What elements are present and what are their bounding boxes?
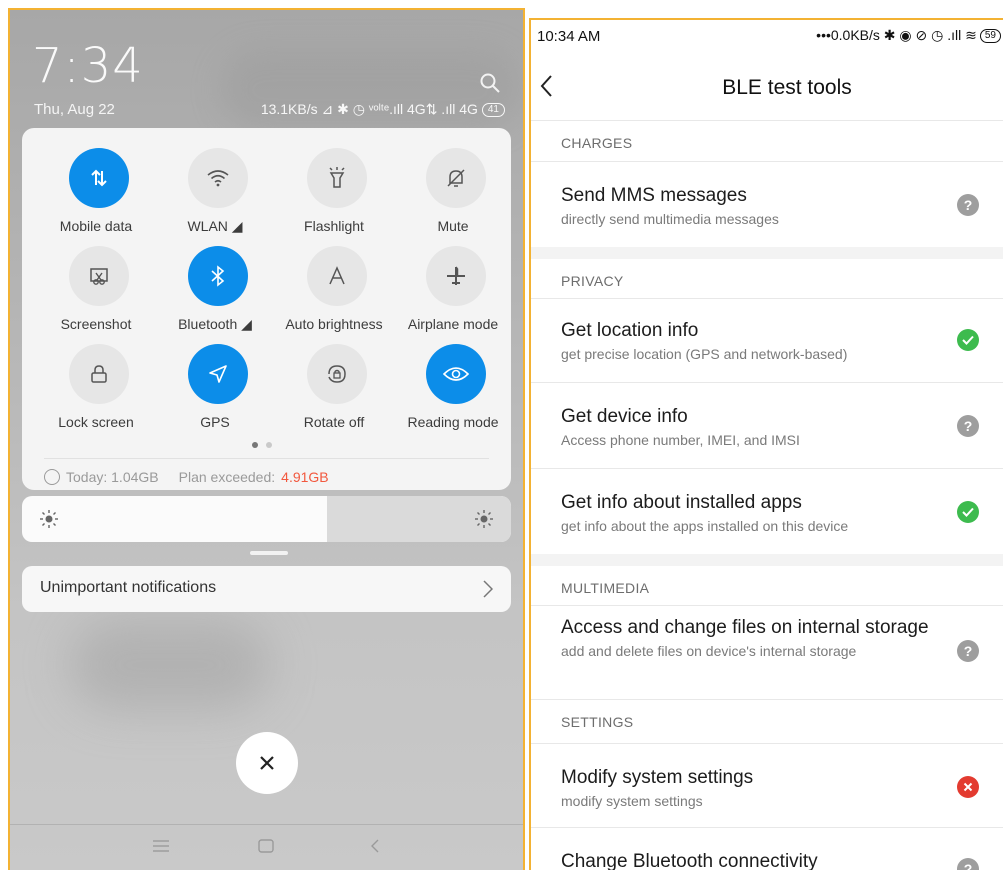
permission-title: Get info about installed apps [561, 492, 802, 513]
wifi-icon [188, 148, 248, 208]
tile-auto-brightness[interactable]: Auto brightness [274, 236, 394, 332]
permission-internal-storage[interactable]: Access and change files on internal stor… [531, 605, 1003, 699]
permission-list: CHARGES Send MMS messages directly send … [531, 120, 1003, 870]
tile-label: Mute [437, 218, 469, 234]
check-status-icon[interactable] [957, 329, 979, 351]
permission-installed-apps[interactable]: Get info about installed apps get info a… [531, 468, 1003, 554]
section-header-charges: CHARGES [531, 120, 1003, 161]
menu-icon[interactable] [152, 839, 170, 853]
permission-title: Get location info [561, 320, 699, 341]
question-status-icon[interactable]: ? [957, 640, 979, 662]
mobile-data-icon [69, 148, 129, 208]
permission-send-mms[interactable]: Send MMS messages directly send multimed… [531, 161, 1003, 247]
rotate-lock-icon [307, 344, 367, 404]
tile-screenshot[interactable]: Screenshot [36, 236, 156, 332]
permission-description: directly send multimedia messages [561, 211, 779, 227]
close-button[interactable] [236, 732, 298, 794]
clock-date: Thu, Aug 22 [34, 101, 115, 118]
close-icon [260, 756, 274, 770]
question-status-icon[interactable]: ? [957, 415, 979, 437]
plan-label: Plan exceeded: [178, 469, 276, 485]
permission-title: Get device info [561, 406, 688, 427]
search-icon[interactable] [479, 72, 501, 94]
permission-title: Modify system settings [561, 767, 754, 788]
data-usage-row[interactable]: Today: 1.04GB Plan exceeded: 4.91GB [44, 458, 489, 485]
app-bar: BLE test tools [531, 52, 1003, 120]
section-header-settings: SETTINGS [531, 699, 1003, 743]
plan-value: 4.91GB [281, 469, 329, 485]
section-header-multimedia: MULTIMEDIA [531, 554, 1003, 605]
control-center-screen: 7:34 Thu, Aug 22 13.1KB/s ⊿ ✱ ◷ ᵛᵒˡᵗᵉ.ıl… [8, 8, 525, 870]
tile-mobile-data[interactable]: Mobile data [36, 138, 156, 234]
quick-settings-panel: Mobile data WLAN ◢ Flashlight Mute Scree… [22, 128, 511, 490]
status-bar: 13.1KB/s ⊿ ✱ ◷ ᵛᵒˡᵗᵉ.ıll 4G⇅ .ıll 4G 41 [261, 101, 505, 118]
status-bar: 10:34 AM •••0.0KB/s ✱ ◉ ⊘ ◷ .ıll ≋ 59 [531, 20, 1003, 52]
home-icon[interactable] [258, 839, 274, 853]
battery-icon: 59 [979, 28, 1001, 43]
status-text: 13.1KB/s ⊿ ✱ ◷ ᵛᵒˡᵗᵉ.ıll 4G⇅ .ıll 4G [260, 101, 478, 117]
sun-high-icon [475, 510, 493, 528]
gps-arrow-icon [188, 344, 248, 404]
tile-flashlight[interactable]: Flashlight [274, 138, 394, 234]
tile-lock-screen[interactable]: Lock screen [36, 334, 156, 430]
permission-location[interactable]: Get location info get precise location (… [531, 298, 1003, 382]
drag-handle[interactable] [250, 551, 288, 555]
mute-bell-icon [426, 148, 486, 208]
question-status-icon[interactable]: ? [957, 194, 979, 216]
usage-ring-icon [44, 469, 60, 485]
sun-low-icon [40, 510, 58, 528]
navigation-bar [10, 824, 523, 870]
permission-title: Change Bluetooth connectivity [561, 851, 818, 870]
permissions-screen: 10:34 AM •••0.0KB/s ✱ ◉ ⊘ ◷ .ıll ≋ 59 BL… [529, 18, 1003, 870]
permission-title: Send MMS messages [561, 185, 747, 206]
auto-brightness-icon [307, 246, 367, 306]
section-header-privacy: PRIVACY [531, 247, 1003, 298]
usage-today: Today: 1.04GB [66, 469, 159, 485]
tile-wlan[interactable]: WLAN ◢ [155, 138, 275, 234]
tile-label: Reading mode [407, 414, 499, 430]
tile-mute[interactable]: Mute [393, 138, 513, 234]
permission-description: Access phone number, IMEI, and IMSI [561, 432, 800, 448]
permission-bluetooth-connectivity[interactable]: Change Bluetooth connectivity ? [531, 827, 1003, 870]
tile-label: Airplane mode [407, 316, 499, 332]
permission-description: modify system settings [561, 793, 703, 809]
permission-title: Access and change files on internal stor… [561, 617, 929, 638]
tile-reading-mode[interactable]: Reading mode [393, 334, 513, 430]
eye-icon [426, 344, 486, 404]
flashlight-icon [307, 148, 367, 208]
blurred-background [220, 50, 520, 130]
brightness-slider[interactable] [22, 496, 511, 542]
tile-airplane-mode[interactable]: Airplane mode [393, 236, 513, 332]
tile-rotate-off[interactable]: Rotate off [274, 334, 394, 430]
blurred-background [70, 620, 270, 710]
permission-system-settings[interactable]: Modify system settings modify system set… [531, 743, 1003, 827]
bluetooth-icon [188, 246, 248, 306]
tile-bluetooth[interactable]: Bluetooth ◢ [155, 236, 275, 332]
permission-description: get precise location (GPS and network-ba… [561, 346, 848, 362]
unimportant-notifications-row[interactable]: Unimportant notifications [22, 566, 511, 612]
chevron-right-icon [483, 580, 493, 598]
page-indicator [252, 442, 272, 448]
status-time: 10:34 AM [537, 28, 601, 45]
denied-status-icon[interactable] [957, 776, 979, 798]
tile-gps[interactable]: GPS [155, 334, 275, 430]
lock-icon [69, 344, 129, 404]
page-title: BLE test tools [722, 76, 852, 99]
check-status-icon[interactable] [957, 501, 979, 523]
back-icon[interactable] [370, 839, 380, 853]
notification-label: Unimportant notifications [40, 579, 217, 596]
screenshot-icon [69, 246, 129, 306]
permission-description: get info about the apps installed on thi… [561, 518, 849, 534]
battery-icon: 41 [481, 102, 505, 117]
airplane-icon [426, 246, 486, 306]
screenshot-root: { "left_phone": { "time": "7:34", "date"… [0, 0, 1003, 870]
clock-time: 7:34 [32, 38, 144, 94]
permission-description: add and delete files on device's interna… [561, 643, 857, 659]
permission-device-info[interactable]: Get device info Access phone number, IME… [531, 382, 1003, 468]
status-icons: •••0.0KB/s ✱ ◉ ⊘ ◷ .ıll ≋ [816, 27, 977, 43]
